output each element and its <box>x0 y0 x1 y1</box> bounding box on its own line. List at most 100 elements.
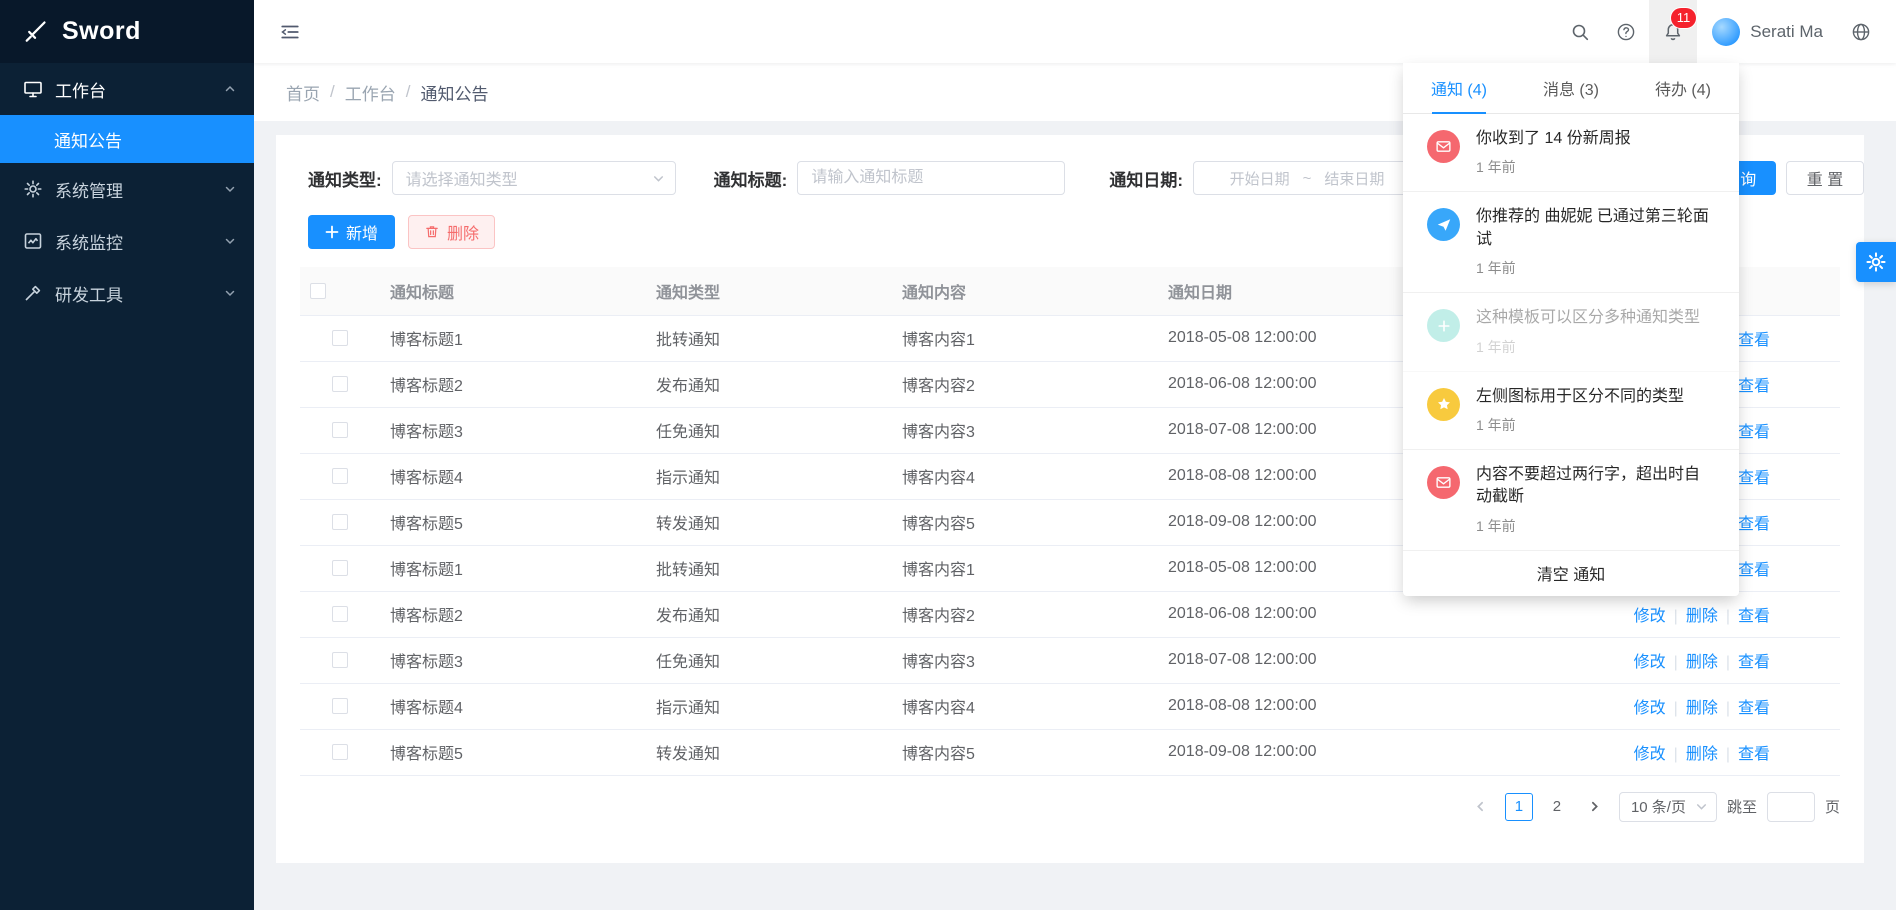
cell-title: 博客标题3 <box>380 407 646 453</box>
notification-item[interactable]: 这种模板可以区分多种通知类型 1 年前 <box>1403 293 1739 371</box>
notification-list: 你收到了 14 份新周报1 年前你推荐的 曲妮妮 已通过第三轮面试1 年前这种模… <box>1403 114 1739 551</box>
avatar <box>1712 18 1740 46</box>
action-delete-link[interactable]: 删除 <box>1686 654 1718 671</box>
add-button[interactable]: 新增 <box>308 215 395 249</box>
clear-notifications-button[interactable]: 清空 通知 <box>1403 551 1739 596</box>
tab-todo[interactable]: 待办 (4) <box>1627 63 1739 113</box>
row-checkbox-cell <box>300 729 380 775</box>
date-range-picker[interactable]: 开始日期 ~ 结束日期 <box>1193 161 1421 195</box>
user-menu[interactable]: Serati Ma <box>1697 0 1838 63</box>
notification-text: 这种模板可以区分多种通知类型 <box>1476 307 1700 329</box>
cell-date: 2018-09-08 12:00:00 <box>1158 729 1578 775</box>
select-all-checkbox[interactable] <box>310 283 326 299</box>
row-checkbox[interactable] <box>332 560 348 576</box>
tool-icon <box>23 283 43 303</box>
sidebar-item-system-management[interactable]: 系统管理 <box>0 163 254 215</box>
row-actions-cell: 修改|删除|查看 <box>1578 637 1840 683</box>
row-checkbox-cell <box>300 683 380 729</box>
cell-content: 博客内容1 <box>892 545 1158 591</box>
sidebar-item-label: 研发工具 <box>55 281 123 306</box>
type-filter-label: 通知类型: <box>308 166 382 191</box>
title-filter-input[interactable] <box>797 161 1065 195</box>
logo[interactable]: Sword <box>0 0 254 63</box>
action-view-link[interactable]: 查看 <box>1738 700 1770 717</box>
action-view-link[interactable]: 查看 <box>1738 608 1770 625</box>
prev-page-button[interactable] <box>1467 793 1495 821</box>
action-view-link[interactable]: 查看 <box>1738 746 1770 763</box>
row-checkbox[interactable] <box>332 698 348 714</box>
row-checkbox[interactable] <box>332 376 348 392</box>
action-view-link[interactable]: 查看 <box>1738 654 1770 671</box>
delete-button[interactable]: 删除 <box>408 215 495 249</box>
row-checkbox[interactable] <box>332 330 348 346</box>
notification-item[interactable]: 左侧图标用于区分不同的类型1 年前 <box>1403 372 1739 450</box>
chevron-down-icon <box>652 172 665 185</box>
notification-item[interactable]: 你收到了 14 份新周报1 年前 <box>1403 114 1739 192</box>
row-checkbox[interactable] <box>332 606 348 622</box>
sidebar-item-notice[interactable]: 通知公告 <box>0 115 254 163</box>
action-delete-link[interactable]: 删除 <box>1686 608 1718 625</box>
settings-button[interactable] <box>1856 242 1896 282</box>
action-view-link[interactable]: 查看 <box>1738 562 1770 579</box>
sidebar-item-label: 系统管理 <box>55 177 123 202</box>
plus-icon <box>1427 309 1460 342</box>
notification-dropdown: 通知 (4)消息 (3)待办 (4) 你收到了 14 份新周报1 年前你推荐的 … <box>1403 63 1739 596</box>
breadcrumb-item[interactable]: 首页 <box>286 80 320 105</box>
row-checkbox-cell <box>300 499 380 545</box>
menu-fold-icon[interactable] <box>268 10 312 54</box>
globe-icon[interactable] <box>1838 0 1884 63</box>
row-checkbox[interactable] <box>332 514 348 530</box>
notification-time: 1 年前 <box>1476 157 1631 177</box>
notification-badge: 11 <box>1671 8 1697 28</box>
action-edit-link[interactable]: 修改 <box>1634 746 1666 763</box>
sidebar-item-system-monitor[interactable]: 系统监控 <box>0 215 254 267</box>
sidebar-item-workbench[interactable]: 工作台 <box>0 63 254 115</box>
gear-icon <box>23 179 43 199</box>
help-icon[interactable] <box>1603 0 1649 63</box>
row-checkbox[interactable] <box>332 422 348 438</box>
type-filter-select[interactable]: 请选择通知类型 <box>392 161 676 195</box>
action-separator: | <box>1726 608 1730 625</box>
action-edit-link[interactable]: 修改 <box>1634 654 1666 671</box>
row-checkbox[interactable] <box>332 652 348 668</box>
sidebar-item-label: 系统监控 <box>55 229 123 254</box>
page-button[interactable]: 1 <box>1505 793 1533 821</box>
action-edit-link[interactable]: 修改 <box>1634 608 1666 625</box>
breadcrumb-item: 通知公告 <box>420 80 488 105</box>
action-view-link[interactable]: 查看 <box>1738 378 1770 395</box>
cell-date: 2018-08-08 12:00:00 <box>1158 683 1578 729</box>
sword-logo-icon <box>22 18 49 45</box>
notification-item[interactable]: 内容不要超过两行字，超出时自动截断1 年前 <box>1403 450 1739 551</box>
bell-icon[interactable]: 11 <box>1649 0 1697 63</box>
notification-item[interactable]: 你推荐的 曲妮妮 已通过第三轮面试1 年前 <box>1403 192 1739 293</box>
chevron-down-icon <box>1695 800 1708 813</box>
username: Serati Ma <box>1750 22 1823 42</box>
row-checkbox-cell <box>300 407 380 453</box>
action-separator: | <box>1726 746 1730 763</box>
cell-title: 博客标题4 <box>380 683 646 729</box>
jump-page-input[interactable] <box>1767 792 1815 822</box>
tab-message[interactable]: 消息 (3) <box>1515 63 1627 113</box>
cell-content: 博客内容2 <box>892 591 1158 637</box>
row-checkbox[interactable] <box>332 468 348 484</box>
cell-content: 博客内容5 <box>892 729 1158 775</box>
action-view-link[interactable]: 查看 <box>1738 424 1770 441</box>
notification-time: 1 年前 <box>1476 337 1700 357</box>
next-page-button[interactable] <box>1581 793 1609 821</box>
action-delete-link[interactable]: 删除 <box>1686 700 1718 717</box>
row-checkbox[interactable] <box>332 744 348 760</box>
action-edit-link[interactable]: 修改 <box>1634 700 1666 717</box>
action-view-link[interactable]: 查看 <box>1738 332 1770 349</box>
page-size-select[interactable]: 10 条/页 <box>1619 792 1717 822</box>
notification-body: 左侧图标用于区分不同的类型1 年前 <box>1476 386 1684 435</box>
action-delete-link[interactable]: 删除 <box>1686 746 1718 763</box>
sidebar-item-dev-tools[interactable]: 研发工具 <box>0 267 254 319</box>
page-button[interactable]: 2 <box>1543 793 1571 821</box>
breadcrumb-item[interactable]: 工作台 <box>345 80 396 105</box>
action-view-link[interactable]: 查看 <box>1738 516 1770 533</box>
notification-time: 1 年前 <box>1476 415 1684 435</box>
tab-notice[interactable]: 通知 (4) <box>1403 63 1515 113</box>
reset-button[interactable]: 重 置 <box>1786 161 1864 195</box>
action-view-link[interactable]: 查看 <box>1738 470 1770 487</box>
search-icon[interactable] <box>1557 0 1603 63</box>
